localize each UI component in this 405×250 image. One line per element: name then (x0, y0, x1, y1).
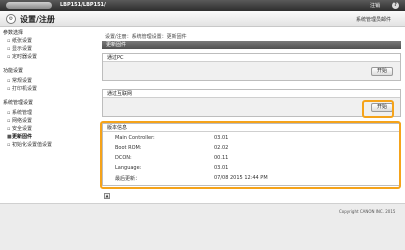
logout-link[interactable]: 注销 (370, 2, 380, 9)
page-title: 设置/注册 (20, 15, 55, 24)
sidebar-item-initialize[interactable]: ▫ 初始化设置值设置 (7, 141, 52, 148)
device-logo (6, 2, 52, 9)
sidebar-item-general[interactable]: ▫ 常规设置 (7, 77, 32, 84)
sidebar-item-security[interactable]: ▫ 安全设置 (7, 125, 32, 132)
sidebar-item-firmware[interactable]: ■更新固件 (7, 133, 32, 140)
sidebar-item-paper[interactable]: ▫ 纸张设置 (7, 37, 32, 44)
sidebar-item-timer[interactable]: ▫ 定时器设置 (7, 53, 37, 60)
footer: Copyright CANON INC. 2015 (0, 203, 405, 250)
sidebar-item-system-admin[interactable]: ▫ 系统管理 (7, 109, 32, 116)
via-pc-title: 通过PC (103, 54, 400, 62)
sidebar-item-network[interactable]: ▫ 网络设置 (7, 117, 32, 124)
admin-mail-link[interactable]: 系统管理员邮件 (356, 16, 391, 23)
settings-icon: ⚙ (6, 14, 16, 24)
sidebar-section-preferences: 参数选择 (3, 30, 24, 36)
help-icon[interactable]: ? (392, 2, 399, 9)
device-model: LBP151/LBP151/ (60, 2, 106, 8)
scroll-top-icon[interactable]: ▲ (104, 193, 110, 199)
highlight-start-button (362, 100, 394, 118)
via-internet-panel: 通过互联网 开始 (102, 89, 401, 117)
copyright: Copyright CANON INC. 2015 (339, 209, 396, 214)
sidebar-section-function: 功能设置 (3, 68, 24, 74)
sidebar: 参数选择 ▫ 纸张设置 ▫ 显示设置 ▫ 定时器设置 功能设置 ▫ 常规设置 ▫ 打印机设… (0, 27, 94, 210)
via-pc-panel: 通过PC 开始 (102, 53, 401, 81)
section-header: 更新固件 (102, 41, 401, 49)
sidebar-section-system: 系统管理设置 (3, 100, 34, 106)
highlight-version-info (100, 121, 401, 189)
title-bar: ⚙ 设置/注册 系统管理员邮件 (0, 11, 405, 27)
sidebar-item-printer[interactable]: ▫ 打印机设置 (7, 85, 37, 92)
via-internet-title: 通过互联网 (103, 90, 400, 98)
breadcrumb: 设置/注册：系统管理设置：更新固件 (105, 34, 187, 40)
start-via-pc-button[interactable]: 开始 (371, 67, 393, 76)
sidebar-item-display[interactable]: ▫ 显示设置 (7, 45, 32, 52)
top-bar: LBP151/LBP151/ 注销 ? (0, 0, 405, 11)
